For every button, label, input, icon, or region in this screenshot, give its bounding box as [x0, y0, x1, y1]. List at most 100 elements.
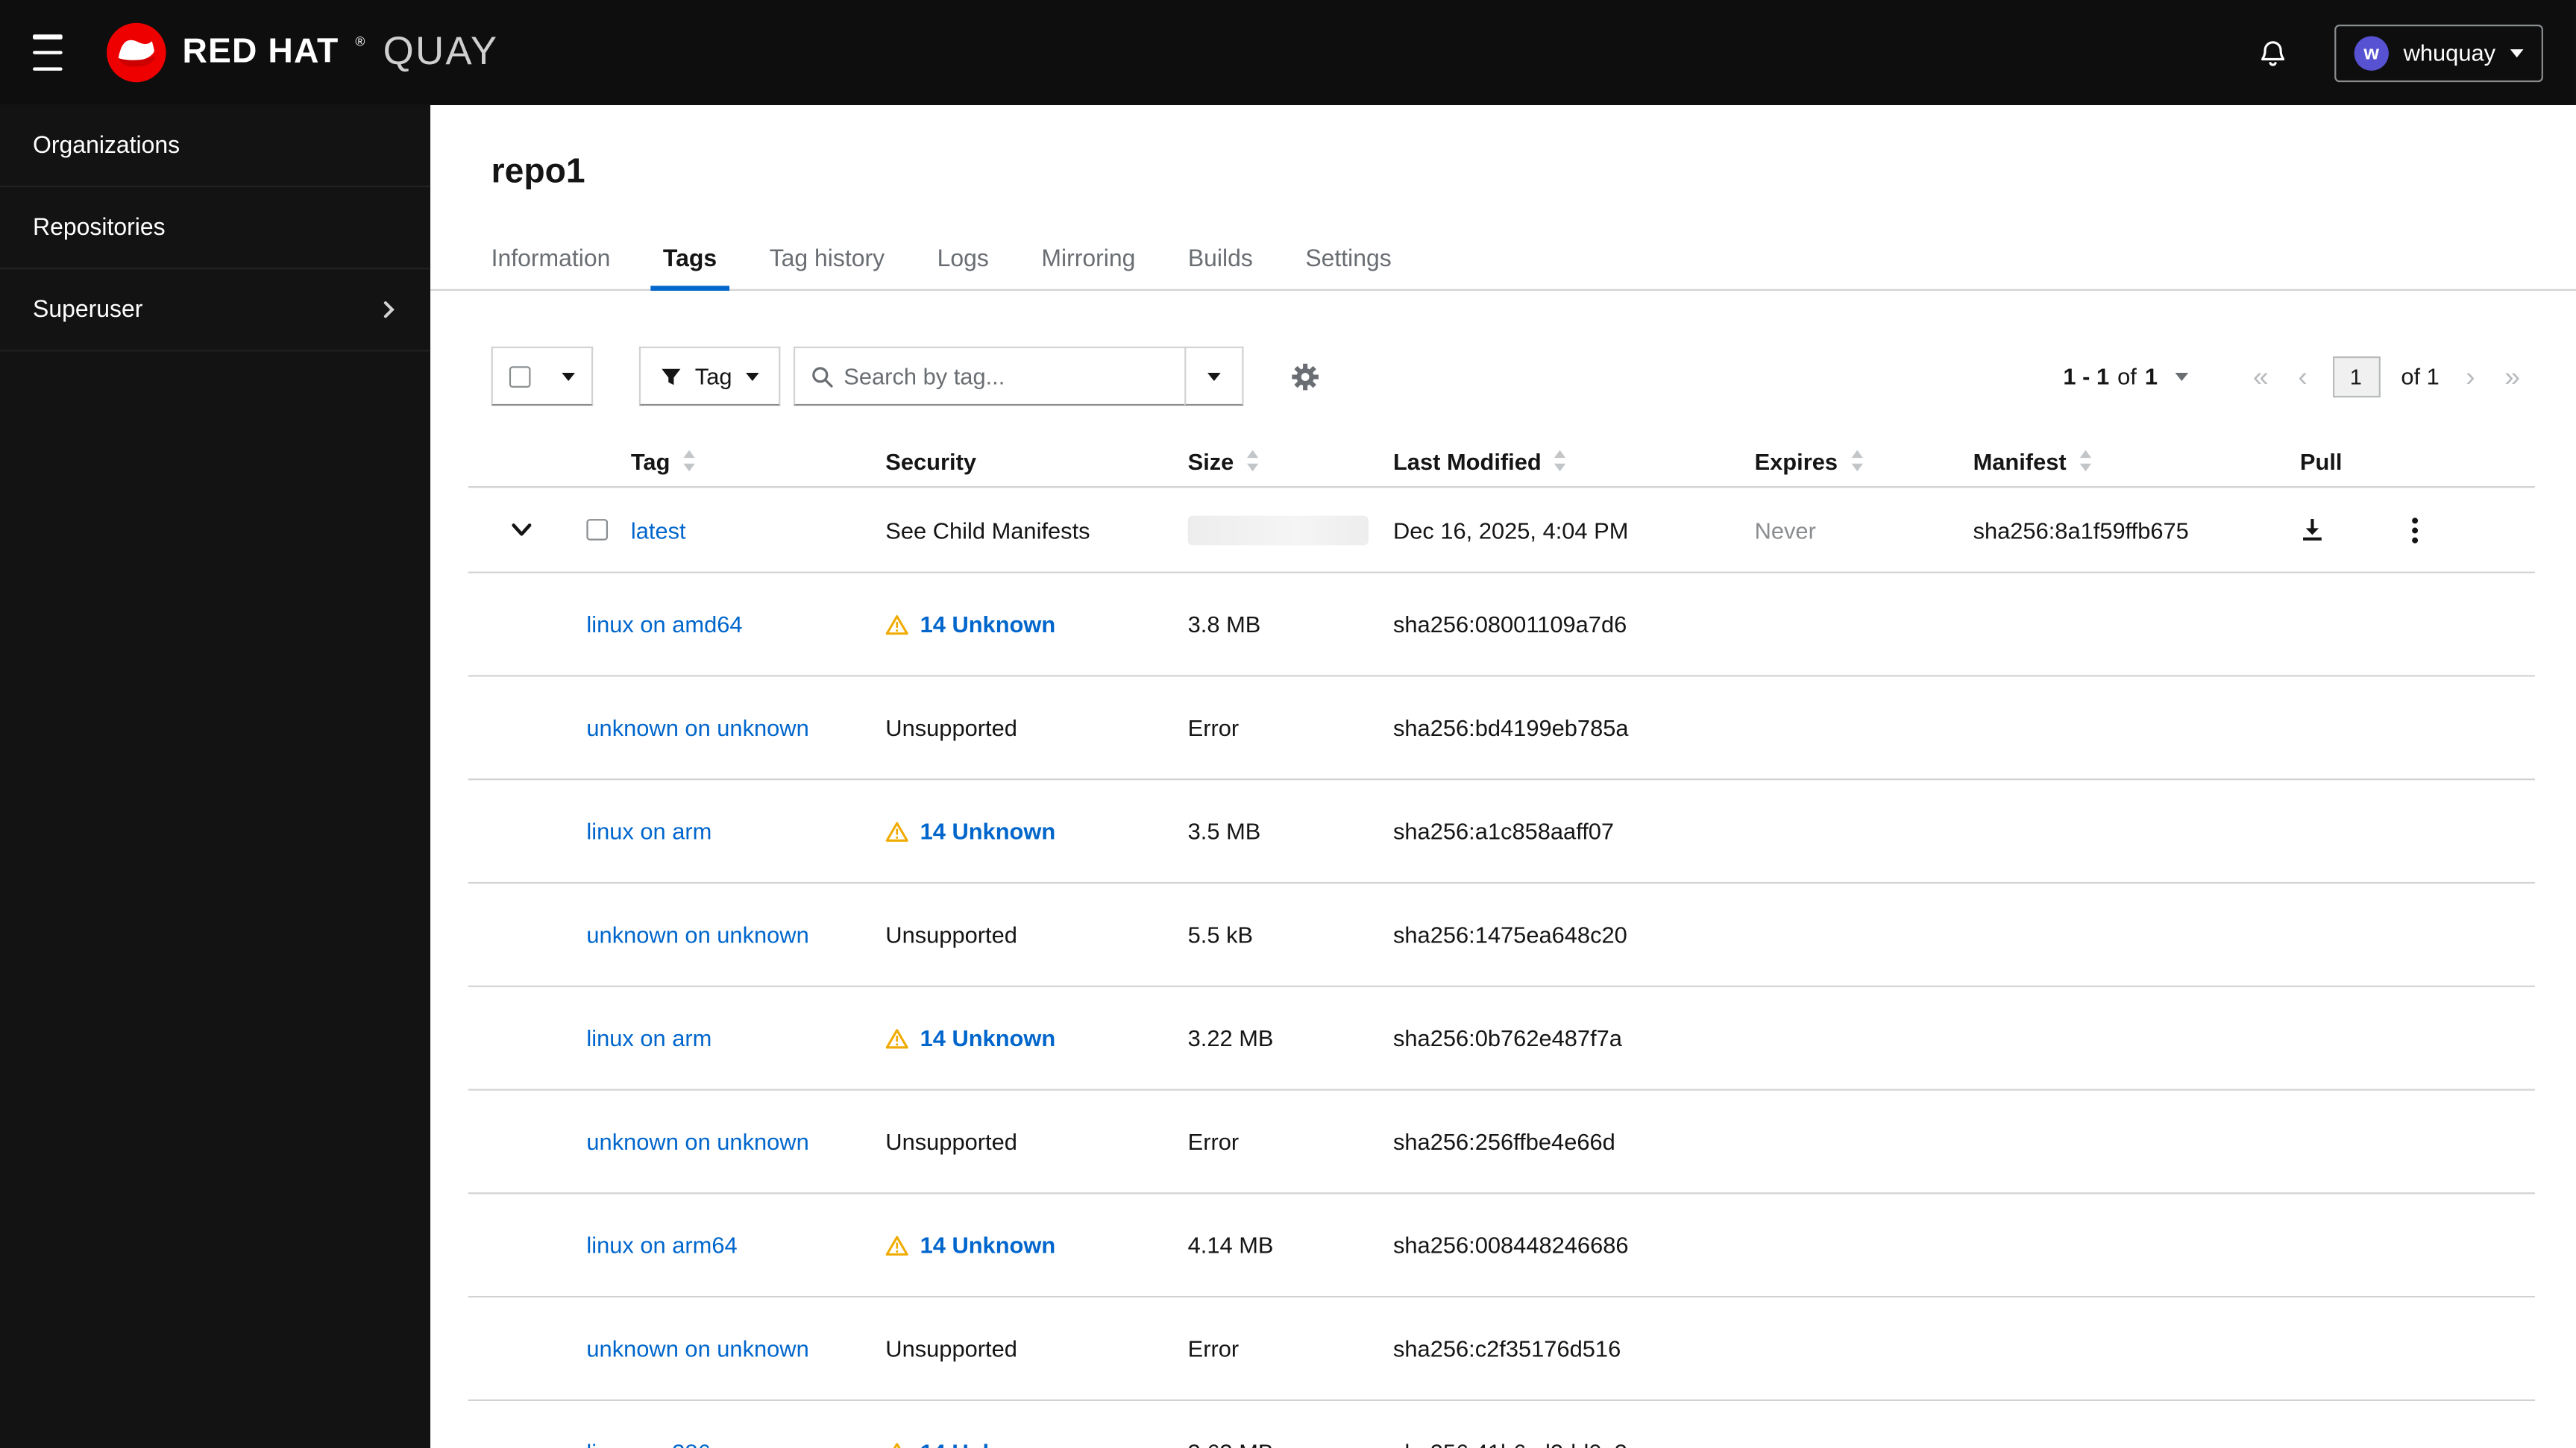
bulk-select-checkbox[interactable] [509, 365, 531, 387]
manifest-digest: sha256:08001109a7d6 [1392, 611, 1627, 638]
column-header-expires[interactable]: Expires [1743, 447, 1961, 474]
platform-tag-link[interactable]: unknown on unknown [586, 1335, 808, 1362]
masthead-actions: w whuquay [2258, 23, 2543, 82]
search-field[interactable] [793, 346, 1186, 406]
tag-link[interactable]: latest [631, 517, 686, 543]
manifest-digest: sha256:256ffbe4e66d [1392, 1128, 1615, 1155]
manifest-digest: sha256:8a1f59ffb675 [1973, 516, 2189, 544]
manifest-row: unknown on unknown Unsupported Error sha… [468, 1297, 2535, 1401]
child-manifest-rows: linux on amd64 14 Unknown 3.8 MB sha256:… [468, 573, 2535, 1448]
manifest-row: unknown on unknown Unsupported Error sha… [468, 677, 2535, 781]
sort-icon [683, 450, 695, 472]
tab-mirroring[interactable]: Mirroring [1015, 230, 1161, 289]
size-value: 5.5 kB [1187, 921, 1254, 948]
tab-logs[interactable]: Logs [911, 230, 1015, 289]
collapse-row-button[interactable] [511, 519, 533, 541]
column-header-pull: Pull [2299, 447, 2343, 474]
chevron-down-icon [562, 371, 575, 380]
size-value: Error [1187, 714, 1240, 741]
tab-tags[interactable]: Tags [637, 230, 744, 291]
security-scan-link: Unsupported [885, 921, 1017, 948]
size-value: Error [1187, 1335, 1240, 1362]
platform-tag-link[interactable]: unknown on unknown [586, 1128, 808, 1154]
warning-icon [885, 1234, 908, 1256]
bulk-select-dropdown[interactable] [491, 346, 594, 406]
platform-tag-link[interactable]: linux on arm64 [586, 1232, 737, 1258]
kebab-menu-icon[interactable] [2412, 517, 2419, 543]
platform-tag-link[interactable]: linux on 386 [586, 1439, 710, 1448]
first-page-button[interactable]: « [2238, 362, 2284, 390]
user-menu[interactable]: w whuquay [2334, 23, 2543, 82]
tab-bar: Information Tags Tag history Logs Mirror… [430, 230, 2576, 291]
size-loading-skeleton [1187, 514, 1369, 545]
security-scan-link[interactable]: 14 Unknown [920, 818, 1056, 844]
warning-icon [885, 614, 908, 635]
platform-tag-link[interactable]: unknown on unknown [586, 714, 808, 740]
sidebar-item-organizations[interactable]: Organizations [0, 105, 431, 188]
tags-table: Tag Security Size Last Modified Expires [468, 435, 2535, 1448]
sort-icon [1247, 450, 1259, 472]
chevron-down-icon [2510, 48, 2524, 57]
platform-tag-link[interactable]: linux on amd64 [586, 611, 742, 637]
security-scan-link[interactable]: 14 Unknown [920, 611, 1056, 637]
chevron-down-icon [2176, 371, 2189, 380]
warning-icon [885, 1027, 908, 1049]
next-page-button[interactable]: › [2451, 362, 2489, 390]
platform-tag-link[interactable]: unknown on unknown [586, 922, 808, 948]
column-header-security: Security [885, 447, 977, 474]
tab-settings[interactable]: Settings [1279, 230, 1418, 289]
search-input[interactable] [844, 362, 1168, 390]
manifest-digest: sha256:a1c858aaff07 [1392, 817, 1615, 845]
manifest-row: linux on arm 14 Unknown 3.5 MB sha256:a1… [468, 780, 2535, 884]
nav-toggle-button[interactable] [33, 34, 75, 71]
previous-page-button[interactable]: ‹ [2284, 362, 2322, 390]
security-scan-link[interactable]: 14 Unknown [920, 1025, 1056, 1051]
tag-row-latest: latest See Child Manifests Dec 16, 2025,… [468, 488, 2535, 573]
platform-tag-link[interactable]: linux on arm [586, 818, 711, 844]
tab-builds[interactable]: Builds [1162, 230, 1280, 289]
column-header-size[interactable]: Size [1176, 447, 1381, 474]
column-header-last-modified[interactable]: Last Modified [1382, 447, 1744, 474]
last-page-button[interactable]: » [2489, 362, 2535, 390]
last-modified-value: Dec 16, 2025, 4:04 PM [1392, 516, 1629, 544]
filter-type-dropdown[interactable]: Tag [638, 346, 780, 406]
column-header-manifest[interactable]: Manifest [1961, 447, 2288, 474]
manifest-digest: sha256:41b6cd2dd0e2 [1393, 1439, 1627, 1448]
manifest-row: linux on arm 14 Unknown 3.22 MB sha256:0… [468, 987, 2535, 1091]
pagination-summary-menu[interactable]: 1 - 1 of 1 [2063, 363, 2189, 389]
sidebar: Organizations Repositories Superuser [0, 104, 431, 1448]
sidebar-item-repositories[interactable]: Repositories [0, 187, 431, 270]
chevron-down-icon [745, 371, 758, 380]
security-status: See Child Manifests [885, 516, 1090, 544]
platform-tag-link[interactable]: linux on arm [586, 1025, 711, 1051]
tab-tag-history[interactable]: Tag history [743, 230, 911, 289]
sort-icon [1554, 450, 1566, 472]
table-header-row: Tag Security Size Last Modified Expires [468, 435, 2535, 488]
page-title: repo1 [491, 152, 585, 191]
settings-gear-icon[interactable] [1290, 362, 1318, 390]
tags-toolbar: Tag Search by tag... 1 - 1 of 1 « ‹ 1 of… [430, 346, 2576, 406]
sort-icon [1850, 450, 1863, 472]
size-value: Error [1187, 1128, 1240, 1155]
row-checkbox[interactable] [586, 519, 609, 541]
manifest-row: linux on amd64 14 Unknown 3.8 MB sha256:… [468, 573, 2535, 677]
manifest-digest: sha256:c2f35176d516 [1392, 1335, 1621, 1362]
quay-logo[interactable]: RED HAT ® QUAY [105, 22, 498, 84]
warning-icon [885, 1441, 908, 1448]
manifest-row: linux on 386 14 Unknown 3.63 MB sha256:4… [468, 1401, 2535, 1448]
expires-value: Never [1754, 516, 1816, 544]
tab-information[interactable]: Information [465, 230, 636, 289]
sidebar-item-superuser[interactable]: Superuser [0, 269, 431, 352]
security-scan-link[interactable]: 14 Unknown [920, 1439, 1056, 1448]
search-options-dropdown[interactable] [1184, 346, 1243, 406]
size-value: 3.5 MB [1187, 817, 1261, 845]
warning-icon [885, 820, 908, 842]
chevron-down-icon [512, 523, 532, 536]
pull-download-icon[interactable] [2300, 517, 2325, 542]
pagination: 1 - 1 of 1 « ‹ of 1 › » [2063, 355, 2535, 397]
page-number-input[interactable] [2331, 355, 2380, 397]
notifications-bell-icon[interactable] [2258, 37, 2289, 69]
column-header-tag[interactable]: Tag [619, 447, 873, 474]
security-scan-link[interactable]: 14 Unknown [920, 1232, 1056, 1258]
quay-app: RED HAT ® QUAY w whuquay Organizations Re… [0, 0, 2576, 1448]
